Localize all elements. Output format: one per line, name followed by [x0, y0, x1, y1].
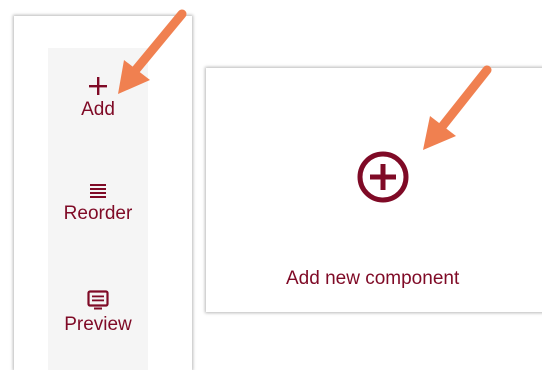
plus-icon — [89, 77, 107, 95]
reorder-button[interactable]: Reorder — [48, 179, 148, 225]
add-new-component-label: Add new component — [286, 268, 460, 289]
preview-button[interactable]: Preview — [48, 288, 148, 336]
callout-arrow-icon — [118, 9, 187, 94]
reorder-lines-icon — [90, 184, 106, 198]
screenshot-stage: Add Reorder Preview Add new component — [0, 0, 542, 370]
circle-plus-icon[interactable] — [353, 147, 413, 207]
callout-arrow-icon — [423, 65, 492, 150]
preview-monitor-icon — [87, 290, 109, 310]
add-button-label: Add — [81, 99, 115, 120]
preview-button-label: Preview — [64, 314, 132, 335]
reorder-button-label: Reorder — [63, 203, 133, 224]
